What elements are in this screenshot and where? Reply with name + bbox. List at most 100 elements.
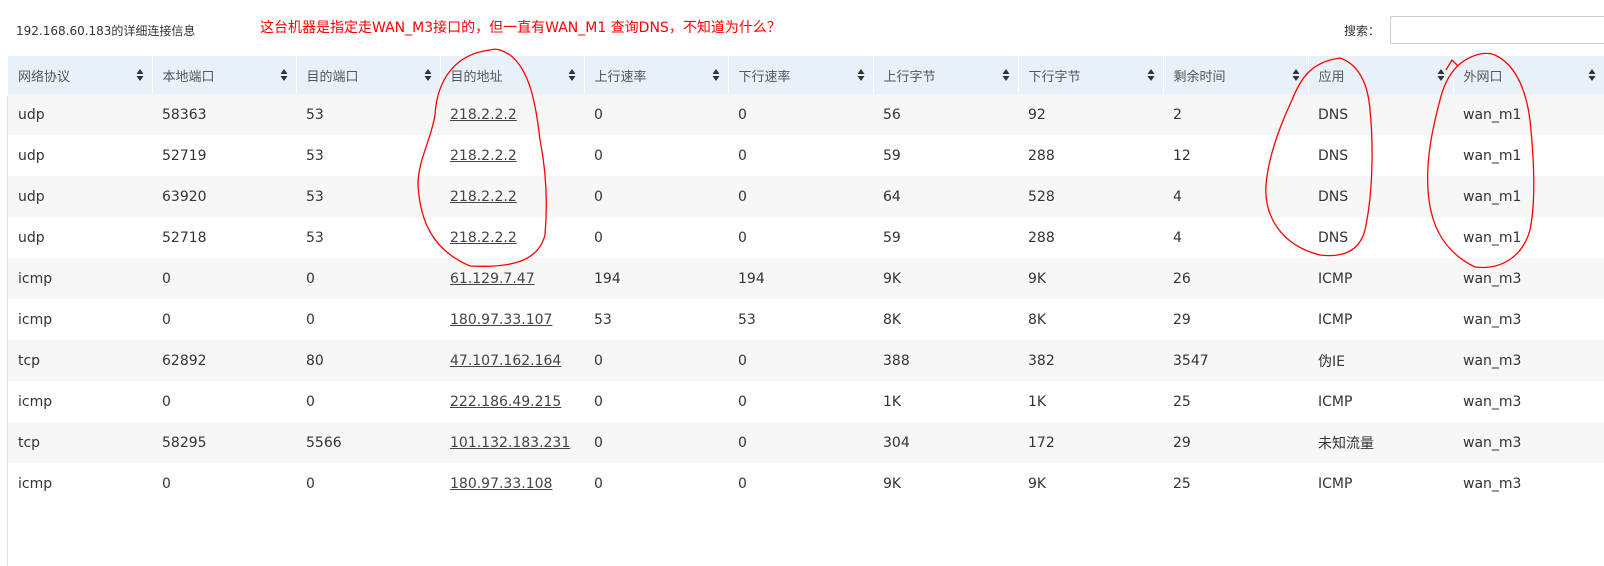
table-cell: 1K [1018, 381, 1163, 422]
table-cell: ICMP [1308, 463, 1453, 504]
table-cell: wan_m3 [1453, 340, 1604, 381]
table-row: tcp 62892 80 47.107.162.164 0 0 388 382 3547 伪IE w… [8, 340, 1604, 381]
table-cell: 0 [584, 176, 728, 217]
table-row: icmp 0 0 180.97.33.108 0 0 9K 9K 25 ICMP wan_m3 [8, 463, 1604, 504]
sort-icon[interactable] [1588, 68, 1596, 82]
table-cell: 0 [728, 381, 873, 422]
column-header[interactable]: 本地端口 [152, 56, 297, 94]
destination-address-link[interactable]: 61.129.7.47 [450, 271, 535, 287]
table-row: tcp 58295 5566 101.132.183.231 0 0 304 172 29 未知流… [8, 422, 1604, 463]
column-header[interactable]: 目的地址 [440, 56, 585, 94]
sort-icon[interactable] [424, 68, 432, 82]
table-cell: 92 [1018, 94, 1163, 135]
table-cell: 0 [152, 258, 296, 299]
column-header-label: 网络协议 [18, 69, 71, 85]
column-header[interactable]: 下行速率 [728, 56, 874, 94]
table-cell: 218.2.2.2 [440, 94, 584, 135]
sort-icon[interactable] [1292, 68, 1300, 82]
column-header[interactable]: 外网口 [1453, 56, 1604, 94]
table-cell: 222.186.49.215 [440, 381, 584, 422]
table-cell: 47.107.162.164 [440, 340, 584, 381]
table-row: icmp 0 0 180.97.33.107 53 53 8K 8K 29 ICMP wan_m3 [8, 299, 1604, 340]
table-cell: 25 [1163, 381, 1308, 422]
table-cell: 0 [728, 463, 873, 504]
column-header[interactable]: 下行字节 [1018, 56, 1164, 94]
table-cell: 9K [873, 463, 1018, 504]
column-header-label: 下行速率 [738, 69, 791, 85]
table-cell: 62892 [152, 340, 296, 381]
sort-icon[interactable] [857, 68, 865, 82]
destination-address-link[interactable]: 218.2.2.2 [450, 107, 517, 123]
table-cell: DNS [1308, 217, 1453, 258]
column-header-label: 本地端口 [162, 69, 215, 85]
table-cell: 伪IE [1308, 340, 1453, 381]
table-cell: 8K [1018, 299, 1163, 340]
page-title: 192.168.60.183的详细连接信息 [16, 24, 196, 38]
destination-address-link[interactable]: 47.107.162.164 [450, 353, 561, 369]
table-cell: 0 [152, 299, 296, 340]
destination-address-link[interactable]: 218.2.2.2 [450, 148, 517, 164]
table-cell: 1K [873, 381, 1018, 422]
destination-address-link[interactable]: 218.2.2.2 [450, 230, 517, 246]
table-row: udp 52718 53 218.2.2.2 0 0 59 288 4 DNS wan_m1 [8, 217, 1604, 258]
column-header[interactable]: 剩余时间 [1163, 56, 1309, 94]
destination-address-link[interactable]: 101.132.183.231 [450, 435, 570, 451]
table-cell: 0 [296, 258, 440, 299]
table-cell: 382 [1018, 340, 1163, 381]
column-header[interactable]: 目的端口 [296, 56, 441, 94]
table-header-row: 网络协议 本地端口 目的端口 目的地址 上行速率 下行速率 上行字节 下行字节 剩余时间 应用 外网… [8, 56, 1604, 94]
sort-icon[interactable] [280, 68, 288, 82]
table-cell: 528 [1018, 176, 1163, 217]
table-cell: 180.97.33.107 [440, 299, 584, 340]
table-cell: 53 [728, 299, 873, 340]
connection-details-page: 192.168.60.183的详细连接信息 这台机器是指定走WAN_M3接口的，… [0, 0, 1604, 566]
table-cell: udp [8, 135, 152, 176]
sort-icon[interactable] [568, 68, 576, 82]
sort-icon[interactable] [1437, 68, 1445, 82]
column-header[interactable]: 网络协议 [8, 56, 153, 94]
table-cell: 52719 [152, 135, 296, 176]
table-cell: 0 [584, 463, 728, 504]
table-cell: 180.97.33.108 [440, 463, 584, 504]
destination-address-link[interactable]: 180.97.33.107 [450, 312, 552, 328]
table-cell: DNS [1308, 94, 1453, 135]
sort-icon[interactable] [1147, 68, 1155, 82]
column-header[interactable]: 上行速率 [584, 56, 729, 94]
table-cell: 0 [728, 422, 873, 463]
column-header-label: 下行字节 [1028, 69, 1081, 85]
table-cell: 12 [1163, 135, 1308, 176]
table-cell: 53 [296, 176, 440, 217]
table-row: udp 58363 53 218.2.2.2 0 0 56 92 2 DNS wan_m1 [8, 94, 1604, 135]
search-input[interactable] [1390, 16, 1604, 44]
table-cell: 56 [873, 94, 1018, 135]
table-cell: wan_m3 [1453, 463, 1604, 504]
table-cell: ICMP [1308, 258, 1453, 299]
table-cell: 9K [873, 258, 1018, 299]
table-row: udp 52719 53 218.2.2.2 0 0 59 288 12 DNS wan_m1 [8, 135, 1604, 176]
table-cell: 0 [584, 135, 728, 176]
column-header[interactable]: 上行字节 [873, 56, 1019, 94]
sort-icon[interactable] [136, 68, 144, 82]
destination-address-link[interactable]: 218.2.2.2 [450, 189, 517, 205]
table-cell: 59 [873, 135, 1018, 176]
destination-address-link[interactable]: 180.97.33.108 [450, 476, 552, 492]
sort-icon[interactable] [712, 68, 720, 82]
table-cell: 2 [1163, 94, 1308, 135]
destination-address-link[interactable]: 222.186.49.215 [450, 394, 561, 410]
table-cell: 218.2.2.2 [440, 217, 584, 258]
table-cell: 0 [728, 340, 873, 381]
table-cell: udp [8, 176, 152, 217]
table-cell: 288 [1018, 217, 1163, 258]
sort-icon[interactable] [1002, 68, 1010, 82]
column-header[interactable]: 应用 [1308, 56, 1454, 94]
table-cell: icmp [8, 463, 152, 504]
table-cell: 29 [1163, 299, 1308, 340]
table-cell: 0 [584, 381, 728, 422]
column-header-label: 上行字节 [883, 69, 936, 85]
table-cell: 0 [296, 381, 440, 422]
table-cell: 9K [1018, 463, 1163, 504]
table-body: udp 58363 53 218.2.2.2 0 0 56 92 2 DNS wan_m1 udp 52… [8, 94, 1604, 504]
table-cell: 101.132.183.231 [440, 422, 584, 463]
table-cell: udp [8, 94, 152, 135]
table-cell: 304 [873, 422, 1018, 463]
